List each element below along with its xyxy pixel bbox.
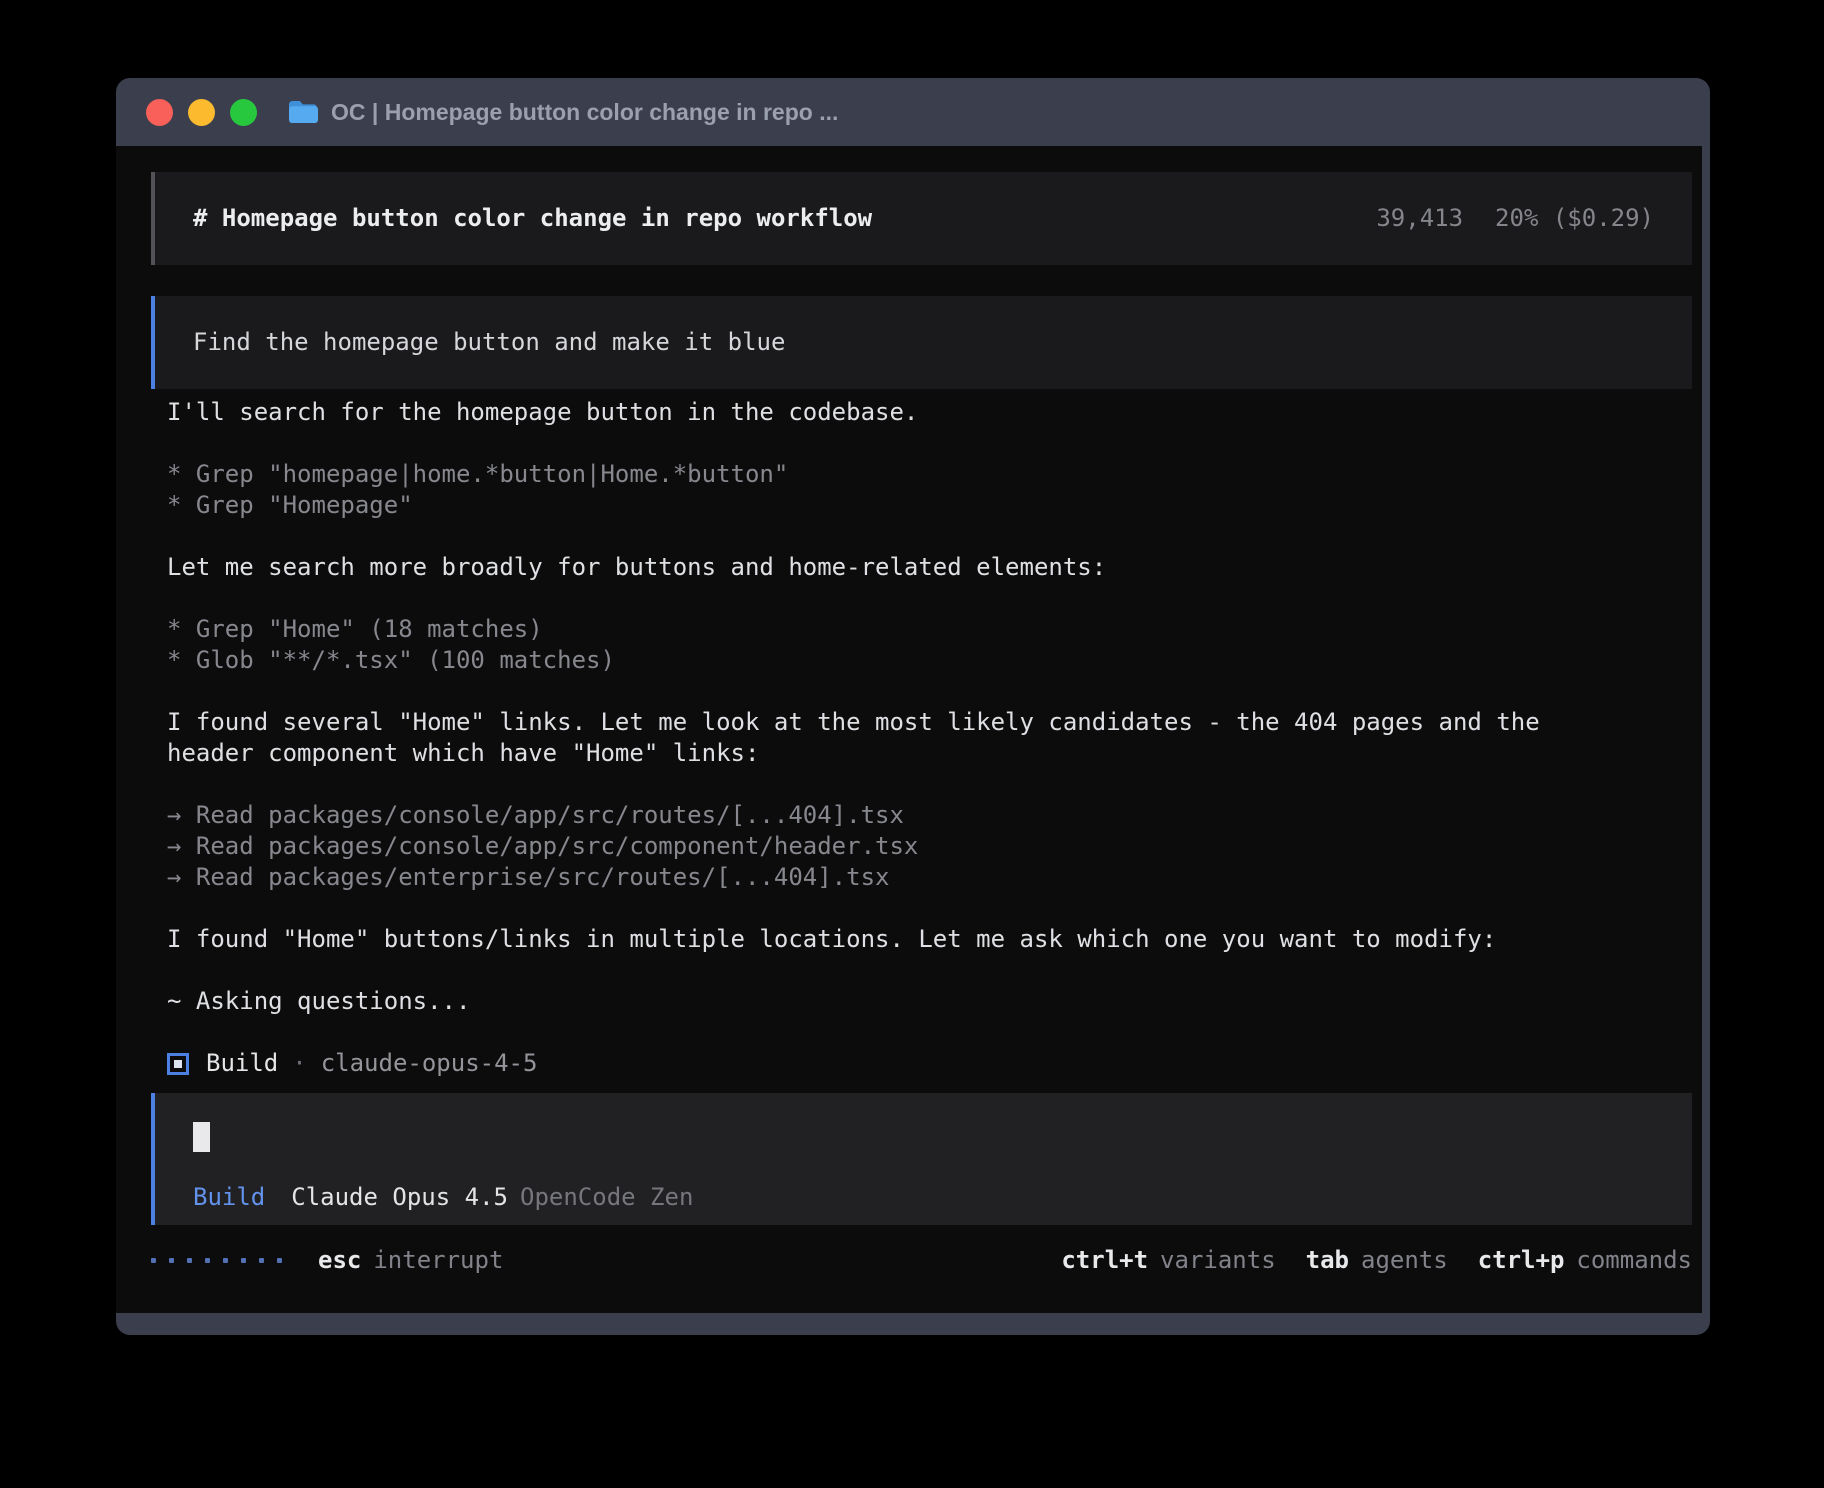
zoom-window-button[interactable] xyxy=(230,99,257,126)
spinner-dot xyxy=(241,1258,246,1263)
shortcut-label: commands xyxy=(1576,1245,1692,1276)
spinner-dot xyxy=(223,1258,228,1263)
shortcut-hint: esc interrupt xyxy=(318,1245,503,1276)
agent-separator: · xyxy=(292,1048,306,1079)
shortcut-hint: ctrl+t variants xyxy=(1061,1245,1275,1276)
blank-line xyxy=(167,893,1692,924)
status-bar-left: esc interrupt xyxy=(151,1245,503,1276)
spinner-dot xyxy=(187,1258,192,1263)
minimize-window-button[interactable] xyxy=(188,99,215,126)
folder-icon xyxy=(287,99,318,125)
terminal-view: # Homepage button color change in repo w… xyxy=(116,146,1702,1313)
assistant-text-line: I found several "Home" links. Let me loo… xyxy=(167,707,1692,738)
shortcut-key: esc xyxy=(318,1245,361,1276)
tool-call-line: → Read packages/enterprise/src/routes/[.… xyxy=(167,862,1692,893)
shortcut-label: variants xyxy=(1160,1245,1276,1276)
shortcut-hint: tab agents xyxy=(1306,1245,1448,1276)
spinner-dot xyxy=(151,1258,156,1263)
blank-line xyxy=(167,583,1692,614)
spinner-dot xyxy=(169,1258,174,1263)
spinner-dot xyxy=(205,1258,210,1263)
prompt-input[interactable] xyxy=(193,1121,1654,1152)
status-bar: escinterrupt ctrl+tvariantstabagentsctrl… xyxy=(151,1245,1692,1276)
shortcut-key: ctrl+t xyxy=(1061,1245,1148,1276)
spinner-dot xyxy=(277,1258,282,1263)
agent-name: Build xyxy=(206,1048,278,1079)
tool-call-line: * Grep "Home" (18 matches) xyxy=(167,614,1692,645)
session-header-panel: # Homepage button color change in repo w… xyxy=(151,172,1692,265)
session-meta: 39,413 20% ($0.29) xyxy=(1376,203,1654,234)
user-message-panel: Find the homepage button and make it blu… xyxy=(151,296,1692,389)
shortcuts-right: ctrl+t variants tab agents ctrl+p commands xyxy=(1061,1245,1692,1276)
title-group: OC | Homepage button color change in rep… xyxy=(287,99,838,126)
blank-line xyxy=(167,769,1692,800)
window-title: OC | Homepage button color change in rep… xyxy=(331,99,838,126)
tool-call-line: → Read packages/console/app/src/componen… xyxy=(167,831,1692,862)
status-line: ~ Asking questions... xyxy=(167,986,1692,1017)
app-window: OC | Homepage button color change in rep… xyxy=(116,78,1710,1335)
tool-call-line: * Grep "Homepage" xyxy=(167,490,1692,521)
traffic-lights xyxy=(146,99,257,126)
assistant-text-line: Let me search more broadly for buttons a… xyxy=(167,552,1692,583)
mode-indicator[interactable]: Build xyxy=(193,1182,265,1213)
input-footer: Build Claude Opus 4.5 OpenCode Zen xyxy=(193,1182,1654,1213)
blank-line xyxy=(167,428,1692,459)
agent-status-row: Build · claude-opus-4-5 xyxy=(167,1048,1692,1079)
assistant-text-line: I found "Home" buttons/links in multiple… xyxy=(167,924,1692,955)
shortcuts-left: esc interrupt xyxy=(318,1245,503,1276)
agent-build-icon xyxy=(167,1053,189,1075)
agent-model: claude-opus-4-5 xyxy=(321,1048,538,1079)
shortcut-key: ctrl+p xyxy=(1478,1245,1565,1276)
blank-line xyxy=(167,955,1692,986)
token-count: 39,413 xyxy=(1376,203,1463,234)
shortcut-label: interrupt xyxy=(373,1245,503,1276)
context-usage: 20% ($0.29) xyxy=(1495,203,1654,234)
shortcut-hint: ctrl+p commands xyxy=(1478,1245,1692,1276)
provider-indicator: OpenCode Zen xyxy=(520,1182,693,1213)
tool-call-line: → Read packages/console/app/src/routes/[… xyxy=(167,800,1692,831)
assistant-text-line: header component which have "Home" links… xyxy=(167,738,1692,769)
conversation: I'll search for the homepage button in t… xyxy=(167,397,1692,1048)
window-titlebar[interactable]: OC | Homepage button color change in rep… xyxy=(116,78,1710,146)
tool-call-line: * Grep "homepage|home.*button|Home.*butt… xyxy=(167,459,1692,490)
assistant-text-line: I'll search for the homepage button in t… xyxy=(167,397,1692,428)
close-window-button[interactable] xyxy=(146,99,173,126)
text-cursor xyxy=(193,1122,210,1152)
model-indicator[interactable]: Claude Opus 4.5 xyxy=(291,1182,508,1213)
working-spinner xyxy=(151,1258,282,1263)
blank-line xyxy=(167,1017,1692,1048)
tool-call-line: * Glob "**/*.tsx" (100 matches) xyxy=(167,645,1692,676)
shortcut-key: tab xyxy=(1306,1245,1349,1276)
shortcut-label: agents xyxy=(1361,1245,1448,1276)
blank-line xyxy=(167,676,1692,707)
session-title: # Homepage button color change in repo w… xyxy=(193,203,872,234)
spinner-dot xyxy=(259,1258,264,1263)
user-message-text: Find the homepage button and make it blu… xyxy=(193,328,785,356)
prompt-input-panel[interactable]: Build Claude Opus 4.5 OpenCode Zen xyxy=(151,1093,1692,1225)
blank-line xyxy=(167,521,1692,552)
